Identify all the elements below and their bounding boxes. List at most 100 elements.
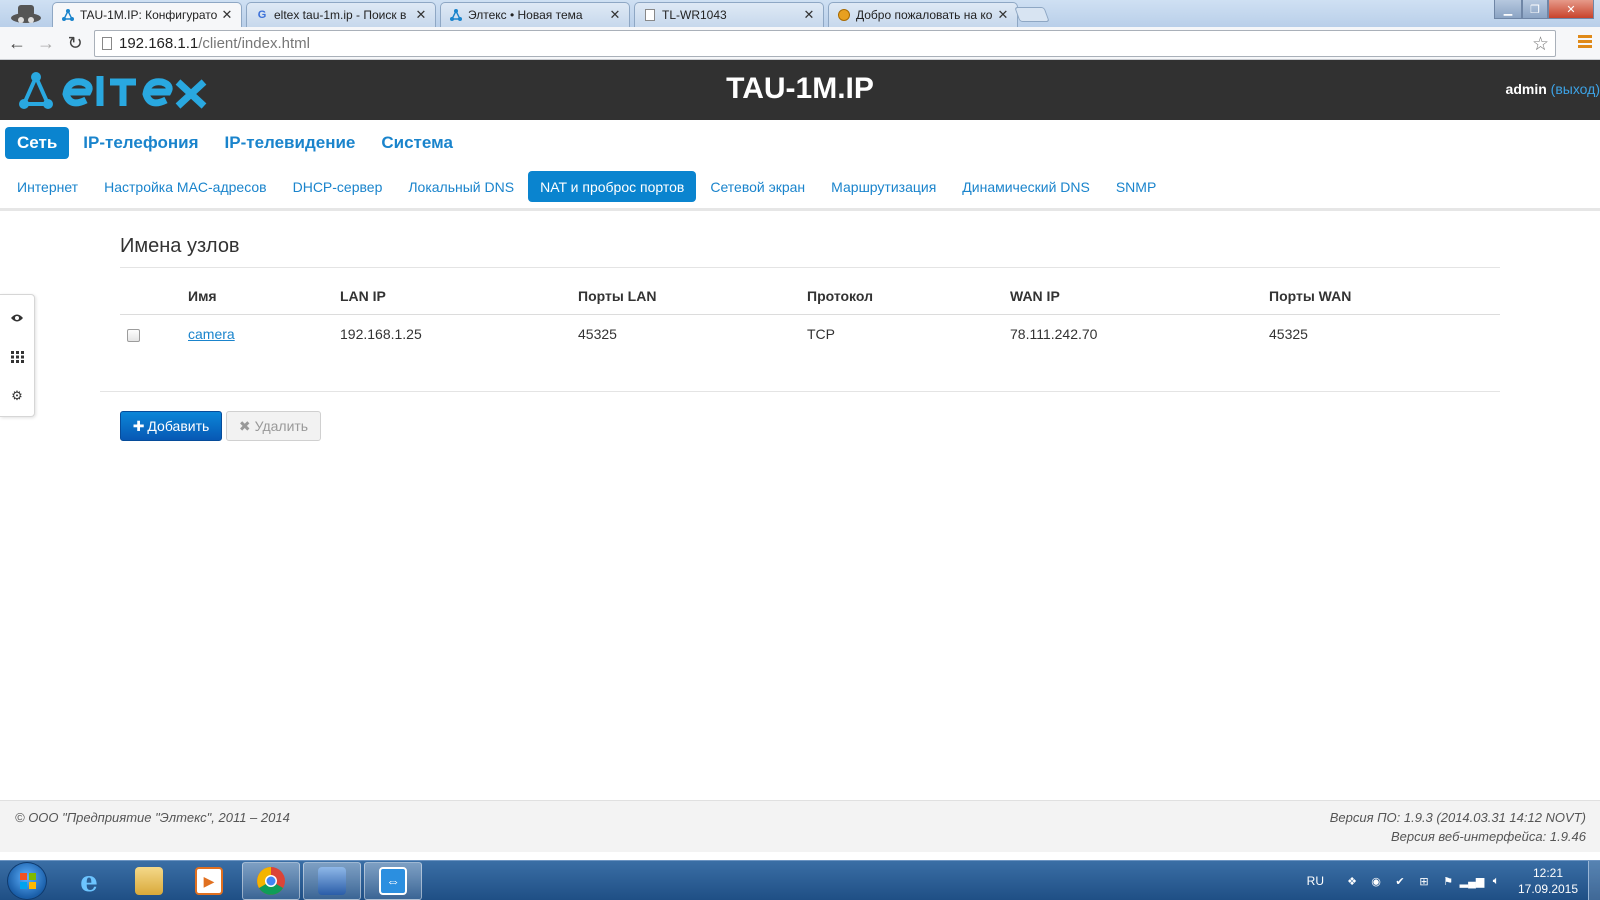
add-button[interactable]: ✚ Добавить — [120, 411, 222, 441]
new-tab-button[interactable] — [1014, 7, 1050, 22]
sub-menu-routing[interactable]: Маршрутизация — [819, 171, 948, 202]
chrome-icon — [257, 867, 285, 895]
taskbar: e ▶ ⇔ RU ❖ ◉ ✔ ⊞ ⚑ ▂▄▆ 🔈︎ 12:21 17.09.20… — [0, 860, 1600, 900]
internet-explorer-icon: e — [80, 864, 98, 898]
eltex-favicon-icon — [61, 8, 75, 22]
url-host: 192.168.1.1 — [119, 35, 199, 52]
clock-time: 12:21 — [1532, 866, 1564, 880]
tab-title: TL-WR1043 — [662, 8, 727, 22]
close-tab-icon[interactable]: ✕ — [609, 7, 621, 23]
taskbar-remote[interactable] — [303, 862, 361, 900]
browser-tab-forum[interactable]: Элтекс • Новая тема ✕ — [440, 2, 630, 27]
clock[interactable]: 12:21 17.09.2015 — [1508, 865, 1588, 897]
sub-menu-snmp[interactable]: SNMP — [1104, 171, 1168, 202]
close-tab-icon[interactable]: ✕ — [221, 7, 233, 23]
cross-icon: ✖ — [238, 417, 251, 434]
site-favicon-icon — [837, 8, 851, 22]
eye-icon[interactable] — [8, 309, 26, 327]
sub-menu-mac[interactable]: Настройка MAC-адресов — [92, 171, 279, 202]
security-icon[interactable]: ✔ — [1392, 873, 1408, 889]
sub-menu-nat[interactable]: NAT и проброс портов — [528, 171, 697, 202]
flag-icon[interactable]: ⚑ — [1440, 873, 1456, 889]
sub-menu-internet[interactable]: Интернет — [5, 171, 90, 202]
show-desktop-button[interactable] — [1588, 861, 1600, 900]
clock-date: 17.09.2015 — [1517, 882, 1579, 896]
col-header-lan-ip: LAN IP — [340, 288, 386, 304]
main-menu-system[interactable]: Система — [369, 127, 465, 159]
system-tray: RU ❖ ◉ ✔ ⊞ ⚑ ▂▄▆ 🔈︎ 12:21 17.09.2015 — [1307, 861, 1600, 900]
cell-lan-ports: 45325 — [578, 326, 617, 342]
side-toolbar: ⚙ — [0, 294, 35, 417]
host-name-link[interactable]: camera — [188, 326, 235, 342]
window-controls: ▁ ❐ ✕ — [1494, 0, 1594, 19]
url-path: /client/index.html — [198, 35, 310, 52]
tab-title: Элтекс • Новая тема — [468, 8, 583, 22]
row-checkbox[interactable] — [127, 329, 140, 342]
col-header-name: Имя — [188, 288, 217, 304]
taskbar-teamviewer[interactable]: ⇔ — [364, 862, 422, 900]
taskbar-explorer[interactable] — [120, 862, 178, 900]
sub-menu-firewall[interactable]: Сетевой экран — [698, 171, 817, 202]
dropbox-icon[interactable]: ❖ — [1344, 873, 1360, 889]
browser-tabstrip: TAU-1M.IP: Конфигурато ✕ G eltex tau-1m.… — [0, 0, 1600, 27]
minimize-icon[interactable]: ▁ — [1494, 0, 1522, 19]
browser-menu-icon[interactable] — [1578, 35, 1592, 49]
page-footer: © ООО "Предприятие "Элтекс", 2011 – 2014… — [0, 800, 1600, 852]
tab-title: Добро пожаловать на ко — [856, 8, 993, 22]
browser-tab-tplink[interactable]: TL-WR1043 ✕ — [634, 2, 824, 27]
web-version: Версия веб-интерфейса: 1.9.46 — [1390, 829, 1586, 844]
reload-icon[interactable]: ↻ — [63, 31, 87, 55]
page-icon — [102, 37, 112, 50]
sub-menu-local-dns[interactable]: Локальный DNS — [396, 171, 526, 202]
close-tab-icon[interactable]: ✕ — [997, 7, 1009, 23]
volume-icon[interactable]: 🔈︎ — [1488, 873, 1504, 889]
window-close-icon[interactable]: ✕ — [1548, 0, 1594, 19]
cell-wan-ip: 78.111.242.70 — [1010, 326, 1098, 342]
tab-title: TAU-1M.IP: Конфигурато — [80, 8, 217, 22]
product-title: TAU-1M.IP — [726, 72, 874, 105]
sub-menu-dhcp[interactable]: DHCP-сервер — [281, 171, 395, 202]
plus-icon: ✚ — [132, 417, 145, 434]
browser-tab-welcome[interactable]: Добро пожаловать на ко ✕ — [828, 2, 1018, 27]
section-title: Имена узлов — [120, 235, 240, 257]
close-tab-icon[interactable]: ✕ — [803, 7, 815, 23]
taskbar-media[interactable]: ▶ — [180, 862, 238, 900]
col-header-protocol: Протокол — [807, 288, 873, 304]
close-tab-icon[interactable]: ✕ — [415, 7, 427, 23]
table-bottom-divider — [100, 391, 1500, 392]
logout-link[interactable]: (выход) — [1551, 81, 1600, 97]
grid-icon[interactable] — [8, 348, 26, 366]
teamviewer-tray-icon[interactable]: ◉ — [1368, 873, 1384, 889]
taskbar-chrome[interactable] — [242, 862, 300, 900]
remote-desktop-icon — [318, 867, 346, 895]
windows-logo-icon — [20, 873, 36, 889]
forward-arrow-icon[interactable]: → — [34, 31, 58, 55]
main-menu: Сеть IP-телефония IP-телевидение Система — [5, 127, 467, 159]
delete-button[interactable]: ✖ Удалить — [226, 411, 321, 441]
gear-icon[interactable]: ⚙ — [8, 387, 26, 405]
app-header: TAU-1M.IP admin (выход) — [0, 60, 1600, 120]
back-arrow-icon[interactable]: ← — [5, 31, 29, 55]
sub-menu: Интернет Настройка MAC-адресов DHCP-серв… — [5, 171, 1170, 202]
taskbar-ie[interactable]: e — [60, 862, 118, 900]
sub-menu-ddns[interactable]: Динамический DNS — [950, 171, 1102, 202]
main-menu-network[interactable]: Сеть — [5, 127, 70, 159]
main-menu-ip-telephony[interactable]: IP-телефония — [71, 127, 210, 159]
windows-icon[interactable]: ⊞ — [1416, 873, 1432, 889]
header-divider — [120, 314, 1500, 315]
browser-tab-search[interactable]: G eltex tau-1m.ip - Поиск в ✕ — [246, 2, 436, 27]
media-player-icon: ▶ — [195, 867, 223, 895]
network-signal-icon[interactable]: ▂▄▆ — [1460, 873, 1485, 889]
maximize-icon[interactable]: ❐ — [1522, 0, 1548, 19]
browser-tab-tau[interactable]: TAU-1M.IP: Конфигурато ✕ — [52, 2, 242, 27]
add-button-label: Добавить — [147, 418, 210, 434]
language-indicator[interactable]: RU — [1307, 874, 1324, 888]
incognito-icon — [11, 5, 41, 23]
address-bar[interactable]: 192.168.1.1/client/index.html ☆ — [94, 30, 1556, 57]
cell-lan-ip: 192.168.1.25 — [340, 326, 422, 342]
bookmark-star-icon[interactable]: ☆ — [1532, 33, 1549, 56]
col-header-wan-ports: Порты WAN — [1269, 288, 1352, 304]
main-menu-iptv[interactable]: IP-телевидение — [213, 127, 368, 159]
start-button[interactable] — [7, 862, 47, 900]
google-favicon-icon: G — [257, 9, 267, 21]
